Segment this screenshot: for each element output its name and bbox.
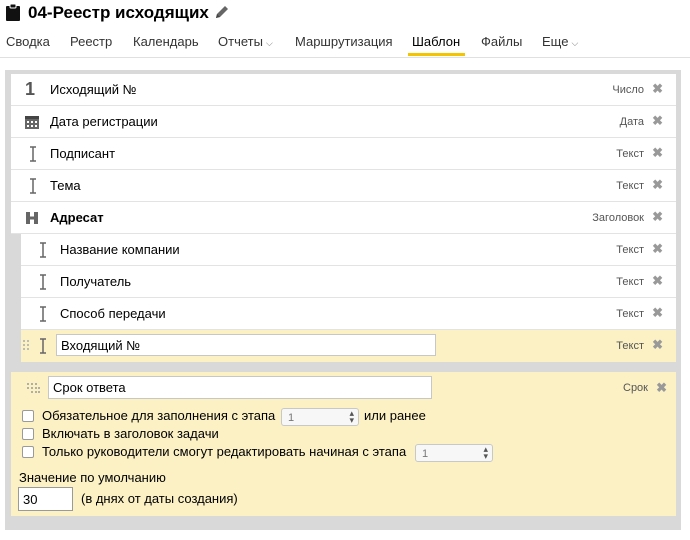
field-type: Срок — [623, 382, 648, 394]
drag-handle-icon[interactable] — [22, 338, 30, 354]
close-icon[interactable]: ✖ — [652, 114, 663, 128]
default-value-label: Значение по умолчанию — [19, 470, 166, 485]
text-cursor-icon — [40, 242, 46, 258]
field-label: Название компании — [60, 242, 180, 257]
field-name-input[interactable] — [56, 334, 436, 356]
field-type: Текст — [616, 180, 644, 192]
field-row-recipient[interactable]: Получатель Текст ✖ — [21, 266, 676, 298]
default-value-hint: (в днях от даты создания) — [81, 491, 238, 506]
field-row-incoming-number-editing[interactable]: Текст ✖ — [21, 330, 676, 362]
tab-reports[interactable]: Отчеты ⌵ — [218, 33, 273, 52]
chevron-updown-icon: ▴ ▾ — [483, 444, 488, 461]
field-type: Текст — [616, 276, 644, 288]
close-icon[interactable]: ✖ — [652, 306, 663, 320]
close-icon[interactable]: ✖ — [652, 242, 663, 256]
tab-routing[interactable]: Маршрутизация — [295, 33, 393, 51]
active-tab-indicator — [408, 53, 465, 56]
field-type: Число — [612, 84, 644, 96]
close-icon[interactable]: ✖ — [652, 178, 663, 192]
chevron-down-icon: ⌵ — [571, 38, 579, 48]
default-value-input[interactable] — [18, 487, 73, 511]
close-icon[interactable]: ✖ — [652, 82, 663, 96]
chevron-updown-icon: ▴ ▾ — [349, 408, 354, 425]
option-suffix: или ранее — [364, 408, 426, 423]
text-cursor-icon — [40, 338, 46, 354]
field-label: Адресат — [50, 210, 104, 225]
field-label: Тема — [50, 178, 81, 193]
tab-calendar[interactable]: Календарь — [133, 33, 199, 51]
field-row-company-name[interactable]: Название компании Текст ✖ — [21, 234, 676, 266]
field-row-subject[interactable]: Тема Текст ✖ — [11, 170, 676, 202]
field-type: Дата — [619, 116, 644, 128]
text-cursor-icon — [40, 274, 46, 290]
in-header-checkbox[interactable] — [22, 428, 34, 440]
option-label: Только руководители смогут редактировать… — [42, 444, 407, 459]
deadline-icon[interactable] — [25, 381, 41, 395]
close-icon[interactable]: ✖ — [652, 274, 663, 288]
close-icon[interactable]: ✖ — [652, 210, 663, 224]
title-bar: 04-Реестр исходящих — [0, 0, 690, 28]
managers-stage-select[interactable]: 1 ▴ ▾ — [415, 444, 493, 462]
text-cursor-icon — [40, 306, 46, 322]
field-label: Способ передачи — [60, 306, 166, 321]
required-stage-select[interactable]: 1 ▴ ▾ — [281, 408, 359, 426]
tab-template[interactable]: Шаблон — [412, 33, 460, 51]
tab-more[interactable]: Еще ⌵ — [542, 33, 578, 52]
field-type: Текст — [616, 244, 644, 256]
close-icon[interactable]: ✖ — [656, 380, 667, 396]
required-checkbox[interactable] — [22, 410, 34, 422]
managers-only-checkbox[interactable] — [22, 446, 34, 458]
number-icon: 1 — [25, 79, 36, 99]
close-icon[interactable]: ✖ — [652, 146, 663, 160]
field-type: Текст — [616, 340, 644, 352]
field-type: Текст — [616, 148, 644, 160]
field-name-input[interactable] — [48, 376, 432, 399]
option-in-header: Включать в заголовок задачи — [22, 426, 662, 444]
field-label: Подписант — [50, 146, 116, 161]
field-type: Текст — [616, 308, 644, 320]
field-row-addressee-heading[interactable]: Адресат Заголовок ✖ — [11, 202, 676, 234]
option-required: Обязательное для заполнения с этапа 1 ▴ ▾… — [22, 408, 662, 426]
tab-files[interactable]: Файлы — [481, 33, 522, 51]
field-label: Получатель — [60, 274, 132, 289]
option-label: Включать в заголовок задачи — [42, 426, 219, 441]
clipboard-icon — [6, 4, 20, 21]
tab-bar: Сводка Реестр Календарь Отчеты ⌵ Маршрути… — [0, 30, 690, 58]
field-row-outgoing-number[interactable]: 1 Исходящий № Число ✖ — [11, 74, 676, 106]
close-icon[interactable]: ✖ — [652, 338, 663, 352]
field-row-registration-date[interactable]: Дата регистрации Дата ✖ — [11, 106, 676, 138]
calendar-icon — [25, 116, 39, 129]
field-row-delivery-method[interactable]: Способ передачи Текст ✖ — [21, 298, 676, 330]
field-row-signatory[interactable]: Подписант Текст ✖ — [11, 138, 676, 170]
option-managers-only: Только руководители смогут редактировать… — [22, 444, 662, 462]
text-cursor-icon — [30, 146, 36, 162]
field-label: Исходящий № — [50, 82, 137, 97]
field-label: Дата регистрации — [50, 114, 158, 129]
tab-registry[interactable]: Реестр — [70, 33, 112, 51]
field-editor-deadline: Срок ✖ Обязательное для заполнения с эта… — [11, 372, 676, 516]
option-label: Обязательное для заполнения с этапа — [42, 408, 276, 423]
tab-summary[interactable]: Сводка — [6, 33, 50, 51]
field-type: Заголовок — [592, 212, 644, 224]
heading-icon — [26, 212, 38, 224]
chevron-down-icon: ⌵ — [265, 38, 273, 48]
text-cursor-icon — [30, 178, 36, 194]
page-title: 04-Реестр исходящих — [28, 3, 209, 22]
pencil-icon[interactable] — [214, 4, 230, 20]
